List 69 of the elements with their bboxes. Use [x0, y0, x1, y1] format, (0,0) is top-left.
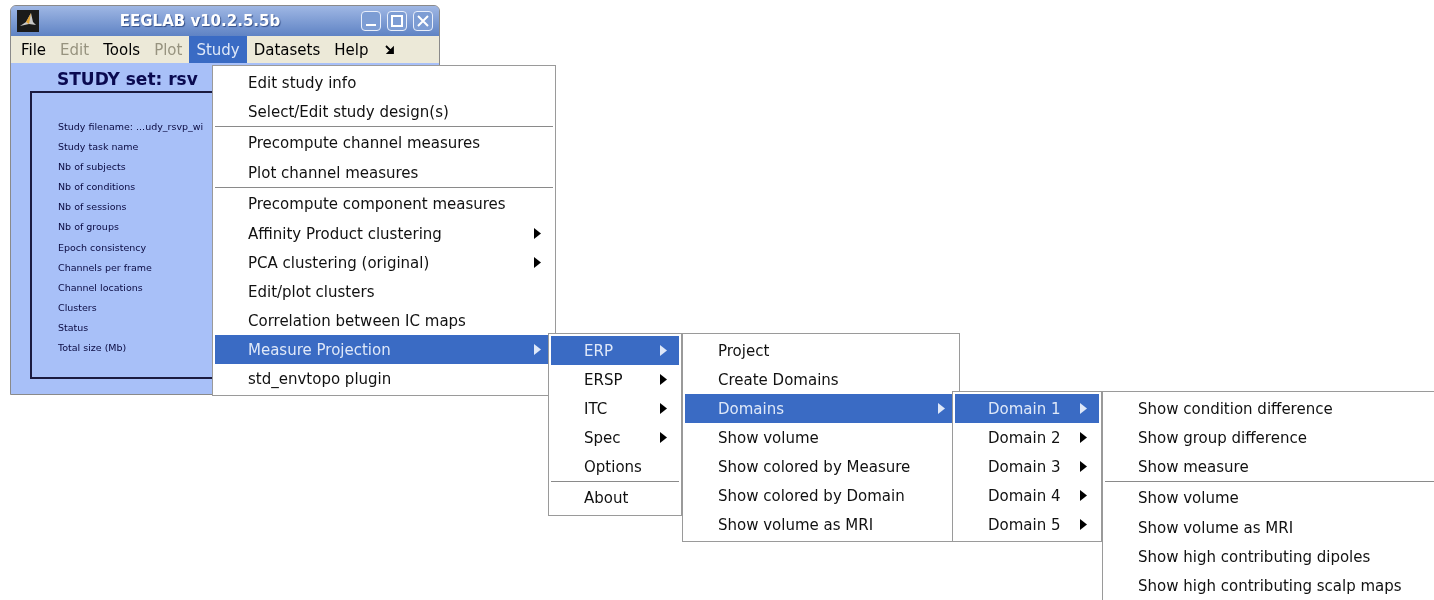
- menu-item[interactable]: ITC: [551, 394, 679, 423]
- field-label: Status: [58, 320, 90, 335]
- menu-item[interactable]: Select/Edit study design(s): [215, 97, 553, 126]
- menu-item[interactable]: Precompute channel measures: [215, 126, 553, 158]
- submenu-arrow-icon: [938, 403, 945, 414]
- menu-item[interactable]: Correlation between IC maps: [215, 306, 553, 335]
- menu-item[interactable]: Domain 5: [955, 510, 1099, 539]
- field-label: Study task name: [58, 140, 140, 155]
- submenu-arrow-icon: [660, 403, 667, 414]
- menu-item[interactable]: Show high contributing dipoles: [1105, 542, 1434, 571]
- submenu-arrow-icon: [1080, 432, 1087, 443]
- menu-item[interactable]: Show volume as MRI: [1105, 513, 1434, 542]
- submenu-arrow-icon: [1080, 461, 1087, 472]
- field-label: Total size (Mb): [58, 341, 128, 356]
- menu-item[interactable]: Show volume: [1105, 481, 1434, 513]
- app-logo-icon: [17, 10, 39, 32]
- menu-item[interactable]: Show volume as MRI: [685, 510, 957, 539]
- menu-item[interactable]: PCA clustering (original): [215, 248, 553, 277]
- menu-item[interactable]: Domain 3: [955, 452, 1099, 481]
- field-label: Nb of sessions: [58, 200, 128, 215]
- menu-bar-item[interactable]: Datasets: [246, 36, 328, 63]
- submenu-arrow-icon: [1080, 490, 1087, 501]
- window-title: EEGLAB v10.2.5.5b: [118, 12, 282, 30]
- menu-item[interactable]: ERSP: [551, 365, 679, 394]
- submenu-arrow-icon: [1080, 403, 1087, 414]
- menu-item[interactable]: Options: [551, 452, 679, 481]
- menu-bar-item[interactable]: Help: [327, 36, 376, 63]
- menu-bar-item[interactable]: Study: [189, 36, 247, 63]
- field-label: Nb of conditions: [58, 180, 137, 195]
- menu-bar-item[interactable]: Tools: [96, 36, 148, 63]
- submenu-arrow-icon: [660, 432, 667, 443]
- maximize-icon[interactable]: [387, 11, 407, 31]
- menu-item[interactable]: Show high contributing scalp maps: [1105, 571, 1434, 600]
- menu-item[interactable]: Project: [685, 336, 957, 365]
- field-label: Study filename: ...udy_rsvp_wi: [58, 120, 204, 134]
- menu-item[interactable]: Show measure: [1105, 452, 1434, 481]
- menu-item[interactable]: Show group difference: [1105, 423, 1434, 452]
- submenu-arrow-icon: [534, 228, 541, 239]
- field-label: Clusters: [58, 300, 98, 315]
- minimize-icon[interactable]: [361, 11, 381, 31]
- submenu-arrow-icon: [660, 374, 667, 385]
- field-label: Channel locations: [58, 280, 144, 295]
- menu-item[interactable]: Domain 4: [955, 481, 1099, 510]
- menu-item[interactable]: Domain 1: [955, 394, 1099, 423]
- menu-item[interactable]: Edit/plot clusters: [215, 277, 553, 306]
- menu-item[interactable]: Edit study info: [215, 68, 553, 97]
- submenu-arrow-icon: [534, 344, 541, 355]
- menu-item[interactable]: Create Domains: [685, 365, 957, 394]
- menu-item[interactable]: Show condition difference: [1105, 394, 1434, 423]
- menu-item[interactable]: ERP: [551, 336, 679, 365]
- menu-item[interactable]: About: [551, 481, 679, 513]
- dock-arrow-icon[interactable]: [385, 44, 396, 55]
- menu-item[interactable]: Precompute component measures: [215, 187, 553, 219]
- close-icon[interactable]: [413, 11, 433, 31]
- submenu-arrow-icon: [1080, 519, 1087, 530]
- field-label: Epoch consistency: [58, 240, 148, 255]
- field-label: Channels per frame: [58, 260, 153, 275]
- submenu-arrow-icon: [660, 345, 667, 356]
- menu-item[interactable]: Show colored by Domain: [685, 481, 957, 510]
- field-label: Nb of subjects: [58, 160, 127, 175]
- menu-item[interactable]: Affinity Product clustering: [215, 219, 553, 248]
- menu-item[interactable]: Show colored by Measure: [685, 452, 957, 481]
- submenu-arrow-icon: [534, 257, 541, 268]
- menu-item[interactable]: Domain 2: [955, 423, 1099, 452]
- menu-item[interactable]: Spec: [551, 423, 679, 452]
- menu-item[interactable]: Plot channel measures: [215, 158, 553, 187]
- field-label: Nb of groups: [58, 220, 120, 235]
- menu-bar-item[interactable]: File: [14, 36, 54, 63]
- menu-item[interactable]: Show volume: [685, 423, 957, 452]
